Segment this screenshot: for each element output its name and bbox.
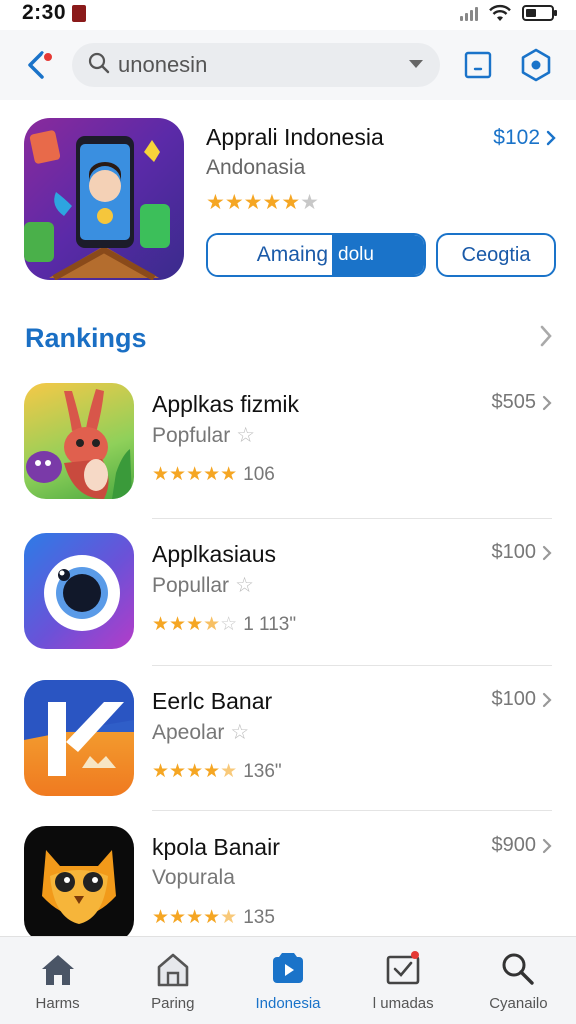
secondary-action-button[interactable]: Ceogtia <box>436 233 556 277</box>
back-button[interactable] <box>18 45 54 85</box>
rating-stars: ★★★★★ <box>152 464 238 485</box>
notification-icon <box>72 4 87 22</box>
app-price[interactable]: $505 <box>492 391 553 414</box>
search-icon <box>498 949 538 989</box>
featured-price[interactable]: $102 <box>493 126 556 150</box>
chevron-right-icon <box>542 395 552 410</box>
tab-indonesia[interactable]: Indonesia <box>230 937 345 1024</box>
k-letter-app-icon[interactable] <box>24 680 134 796</box>
app-category-label: Popfular <box>152 424 231 447</box>
app-price[interactable]: $100 <box>492 688 553 711</box>
dropdown-caret-icon[interactable] <box>408 56 424 74</box>
app-price[interactable]: $900 <box>492 834 553 857</box>
list-divider <box>152 665 552 666</box>
app-price[interactable]: $100 <box>492 541 553 564</box>
tab-search[interactable]: Cyanailo <box>461 937 576 1024</box>
app-rating: ★★★★★ 136" <box>152 760 282 783</box>
status-indicators <box>460 4 558 22</box>
bottom-tab-bar: Harms Paring Indonesia l umadas Cyanailo <box>0 936 576 1024</box>
home-icon <box>38 949 78 989</box>
ranking-list-item[interactable]: Eerlc Banar Apeolar ☆ ★★★★★ 136" $100 <box>24 680 552 820</box>
play-tab-icon <box>268 949 308 989</box>
tab-label: Cyanailo <box>489 995 548 1012</box>
tab-label: l umadas <box>372 995 434 1012</box>
search-bar[interactable] <box>72 43 440 87</box>
ranking-list-item[interactable]: Applkas fizmik Popfular ☆ ★★★★★ 106 $505 <box>24 383 552 523</box>
app-price-label: $505 <box>491 391 537 413</box>
app-rating: ★★★★★ 135 <box>152 906 275 929</box>
chevron-right-icon[interactable] <box>539 324 553 353</box>
app-category: Vopurala <box>152 866 235 889</box>
rating-count: 136" <box>243 760 282 782</box>
rating-count: 135 <box>243 906 275 928</box>
tab-label: Indonesia <box>255 995 321 1012</box>
primary-action-button[interactable]: Amaing dolu <box>206 233 426 277</box>
back-badge <box>42 51 54 63</box>
search-header <box>0 30 576 100</box>
search-icon <box>88 52 110 79</box>
list-divider <box>152 810 552 811</box>
owl-app-icon[interactable] <box>24 826 134 942</box>
chevron-right-icon <box>542 838 552 853</box>
updates-icon <box>383 949 423 989</box>
featured-app-card[interactable]: Apprali Indonesia Andonasia ★★★★★★ $102 … <box>24 118 558 283</box>
app-category-label: Popullar <box>152 574 230 597</box>
rating-count: 106 <box>243 463 275 485</box>
tab-updates[interactable]: l umadas <box>346 937 461 1024</box>
app-rating: ★★★★★ 106 <box>152 463 275 486</box>
wifi-icon <box>488 4 512 22</box>
tab-label: Harms <box>35 995 80 1012</box>
featured-app-subtitle: Andonasia <box>206 156 306 179</box>
rating-stars: ★★★★★ <box>152 761 238 782</box>
tab-paring[interactable]: Paring <box>115 937 230 1024</box>
star-outline-icon: ☆ <box>230 721 250 744</box>
featured-price-label: $102 <box>493 126 540 149</box>
primary-action-left-label: Amaing <box>208 235 332 275</box>
house-outline-icon <box>153 949 193 989</box>
tab-home[interactable]: Harms <box>0 937 115 1024</box>
app-price-label: $900 <box>491 834 537 856</box>
featured-rating-stars: ★★★★★★ <box>206 191 319 214</box>
app-name: Applkasiaus <box>152 541 277 567</box>
search-input[interactable] <box>118 52 388 78</box>
rating-stars: ★★★★☆ <box>152 614 238 635</box>
chevron-right-icon <box>546 130 556 146</box>
app-price-label: $100 <box>491 541 537 563</box>
rankings-header[interactable]: Rankings <box>25 318 553 358</box>
featured-app-title: Apprali Indonesia <box>206 124 384 150</box>
bookmark-button[interactable] <box>456 43 500 87</box>
tab-label: Paring <box>151 995 195 1012</box>
app-category: Popfular ☆ <box>152 423 255 448</box>
app-rating: ★★★★☆ 1 113" <box>152 613 296 636</box>
app-category-label: Apeolar <box>152 721 225 744</box>
app-category: Apeolar ☆ <box>152 720 249 745</box>
chevron-right-icon <box>542 692 552 707</box>
rating-stars: ★★★★★ <box>152 907 238 928</box>
rating-count: 1 113" <box>243 613 297 635</box>
status-time: 2:30 <box>22 1 67 24</box>
app-name: Eerlc Banar <box>152 688 273 714</box>
battery-icon <box>522 4 558 22</box>
featured-app-icon[interactable] <box>24 118 184 280</box>
app-price-label: $100 <box>491 688 537 710</box>
chevron-right-icon <box>542 545 552 560</box>
ranking-list-item[interactable]: Applkasiaus Popullar ☆ ★★★★☆ 1 113" $100 <box>24 533 552 673</box>
app-name: Applkas fizmik <box>152 391 299 417</box>
list-divider <box>152 518 552 519</box>
rabbit-app-icon[interactable] <box>24 383 134 499</box>
camera-lens-app-icon[interactable] <box>24 533 134 649</box>
app-category: Popullar ☆ <box>152 573 254 598</box>
star-outline-icon: ☆ <box>235 574 254 597</box>
settings-gear-icon[interactable] <box>514 43 558 87</box>
star-outline-icon: ☆ <box>236 424 256 447</box>
signal-icon <box>460 5 478 21</box>
status-bar: 2:30 <box>0 0 576 26</box>
rankings-title: Rankings <box>25 322 147 353</box>
app-name: kpola Banair <box>152 834 280 860</box>
primary-action-right-label: dolu <box>332 235 424 275</box>
